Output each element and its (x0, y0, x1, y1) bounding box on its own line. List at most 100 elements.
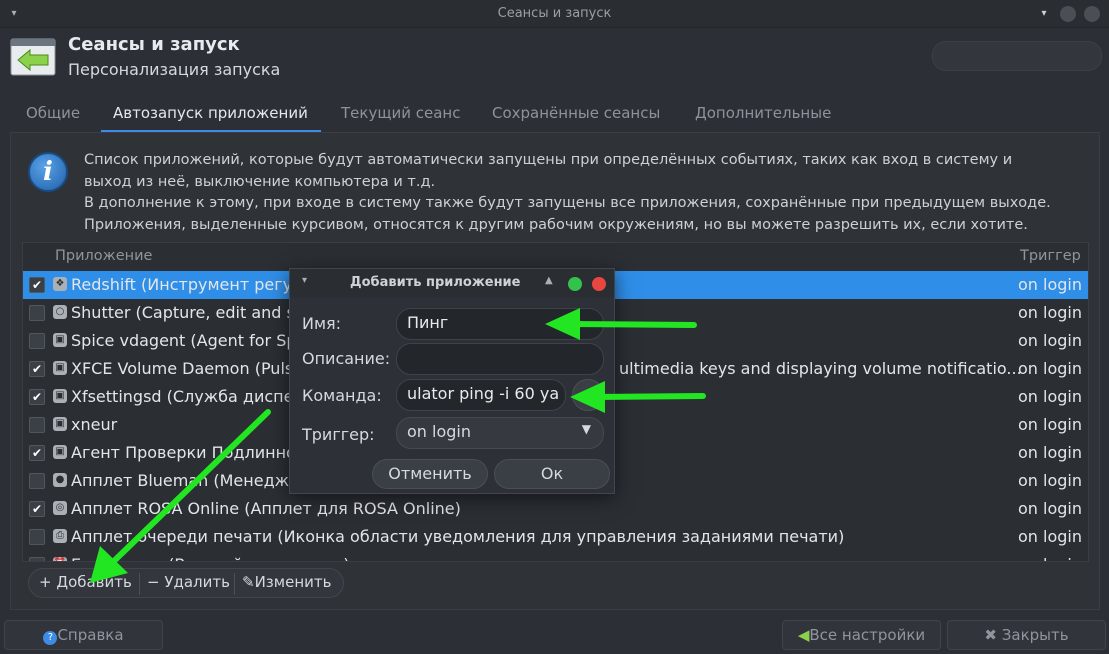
app-name: Spice vdagent (Agent for Spi (71, 331, 301, 350)
enable-checkbox[interactable] (29, 305, 45, 321)
name-field[interactable]: Пинг (396, 308, 604, 340)
toolbar-separator (139, 573, 140, 595)
ok-button[interactable]: Ок (494, 459, 610, 489)
table-row[interactable]: ⏰ Будильник (Вставайте по утрам) on login (23, 551, 1088, 561)
command-field[interactable]: ulator ping -i 60 ya (396, 379, 566, 411)
app-icon: ◎ (53, 501, 67, 515)
back-arrow-icon: ◀ (797, 626, 810, 644)
help-icon: ? (43, 631, 58, 645)
pencil-icon: ✎ (242, 573, 255, 591)
app-icon: ❖ (53, 277, 67, 291)
app-name: Агент Проверки Подлинност (71, 443, 314, 462)
enable-checkbox[interactable]: ✔ (29, 445, 45, 461)
add-application-dialog: ▾ Добавить приложение ▲ Имя: Пинг Описан… (289, 268, 615, 494)
app-trigger: on login (1018, 331, 1082, 350)
close-icon: ✖ (984, 626, 997, 644)
description-label: Описание: (302, 349, 391, 368)
trigger-select-value: on login (407, 422, 471, 441)
info-line: Список приложений, которые будут автомат… (84, 152, 1013, 168)
add-button[interactable]: + Добавить (39, 573, 132, 591)
dialog-menu-icon[interactable]: ▾ (302, 275, 307, 286)
name-label: Имя: (302, 314, 342, 333)
dialog-shade-icon[interactable]: ▲ (545, 275, 553, 286)
enable-checkbox[interactable] (29, 473, 45, 489)
add-label: Добавить (56, 573, 132, 591)
app-name: Апплет очереди печати (Иконка области ув… (71, 527, 845, 546)
tab-advanced[interactable]: Дополнительные (695, 104, 831, 122)
window-titlebar: ▾ Сеансы и запуск (0, 0, 1109, 28)
table-row[interactable]: ✔ ◎ Апплет ROSA Online (Апплет для ROSA On… (23, 495, 1088, 523)
app-icon: ⏰ (53, 557, 67, 561)
trigger-select[interactable]: on login ▼ (396, 417, 604, 449)
search-input[interactable] (932, 41, 1102, 71)
maximize-button[interactable] (1060, 6, 1076, 22)
list-toolbar: + Добавить − Удалить ✎Изменить (28, 568, 344, 598)
close-button[interactable]: ✖ Закрыть (947, 620, 1106, 650)
app-trigger: on login (1018, 415, 1082, 434)
browse-button[interactable] (572, 379, 604, 411)
app-trigger: on login (1018, 359, 1082, 378)
column-header-app[interactable]: Приложение (55, 248, 152, 264)
toolbar-separator (234, 573, 235, 595)
cancel-button[interactable]: Отменить (372, 459, 488, 489)
tab-current-session[interactable]: Текущий сеанс (341, 104, 460, 122)
enable-checkbox[interactable]: ✔ (29, 501, 45, 517)
description-field[interactable] (396, 343, 604, 375)
remove-label: Удалить (164, 573, 230, 591)
session-startup-icon (10, 38, 56, 76)
tab-general[interactable]: Общие (26, 104, 80, 122)
app-name: Будильник (Вставайте по утрам) (71, 555, 350, 561)
app-icon: ○ (53, 305, 67, 319)
dialog-close-button[interactable] (592, 277, 606, 291)
table-row[interactable]: ⎙ Апплет очереди печати (Иконка области у… (23, 523, 1088, 551)
info-line: Приложения, выделенные курсивом, относят… (84, 216, 1028, 233)
app-icon: ⎙ (53, 529, 67, 543)
app-trigger: on login (1018, 443, 1082, 462)
enable-checkbox[interactable] (29, 557, 45, 561)
app-name: Redshift (Инструмент регули (71, 275, 313, 294)
app-trigger: on login (1018, 471, 1082, 490)
app-trigger: on login (1018, 555, 1082, 561)
tab-autostart[interactable]: Автозапуск приложений (113, 104, 308, 122)
column-header-trigger[interactable]: Триггер (1020, 248, 1081, 264)
app-name: xneur (71, 415, 118, 434)
info-line: выход из неё, выключение компьютера и т.… (84, 173, 436, 190)
enable-checkbox[interactable]: ✔ (29, 277, 45, 293)
app-name: Shutter (Capture, edit and sh (71, 303, 305, 322)
close-label: Закрыть (1001, 626, 1069, 644)
app-trigger: on login (1018, 527, 1082, 546)
dialog-maximize-button[interactable] (568, 277, 582, 291)
trigger-label: Триггер: (302, 425, 375, 444)
info-line: В дополнение к этому, при входе в систем… (84, 195, 1051, 211)
remove-button[interactable]: − Удалить (147, 573, 230, 591)
app-trigger: on login (1018, 387, 1082, 406)
app-trigger: on login (1018, 499, 1082, 518)
all-settings-button[interactable]: ◀Все настройки (782, 620, 941, 650)
help-button[interactable]: ? Справка (4, 620, 163, 650)
info-icon: i (28, 152, 68, 192)
tab-saved-sessions[interactable]: Сохранённые сеансы (492, 104, 660, 122)
window-title: Сеансы и запуск (497, 6, 612, 21)
app-name: Апплет ROSA Online (Апплет для ROSA Onli… (71, 499, 461, 518)
dialog-title: Добавить приложение (350, 275, 521, 290)
app-icon: ▣ (53, 417, 67, 431)
enable-checkbox[interactable]: ✔ (29, 361, 45, 377)
app-name: Апплет Blueman (Менеджер (71, 471, 310, 490)
enable-checkbox[interactable] (29, 333, 45, 349)
all-settings-label: Все настройки (809, 626, 926, 644)
enable-checkbox[interactable]: ✔ (29, 389, 45, 405)
minimize-button[interactable] (1036, 6, 1052, 22)
info-text: Список приложений, которые будут автомат… (84, 150, 1094, 236)
close-window-button[interactable] (1084, 6, 1100, 22)
edit-button[interactable]: ✎Изменить (242, 573, 331, 591)
app-trigger: on login (1018, 303, 1082, 322)
app-name-tail: ultimedia keys and displaying volume not… (619, 359, 1022, 378)
app-icon: ● (53, 473, 67, 487)
page-subtitle: Персонализация запуска (68, 60, 281, 79)
app-trigger: on login (1018, 275, 1082, 294)
enable-checkbox[interactable] (29, 417, 45, 433)
app-icon: ▣ (53, 389, 67, 403)
edit-label: Изменить (254, 573, 332, 591)
enable-checkbox[interactable] (29, 529, 45, 545)
app-icon: ▣ (53, 445, 67, 459)
